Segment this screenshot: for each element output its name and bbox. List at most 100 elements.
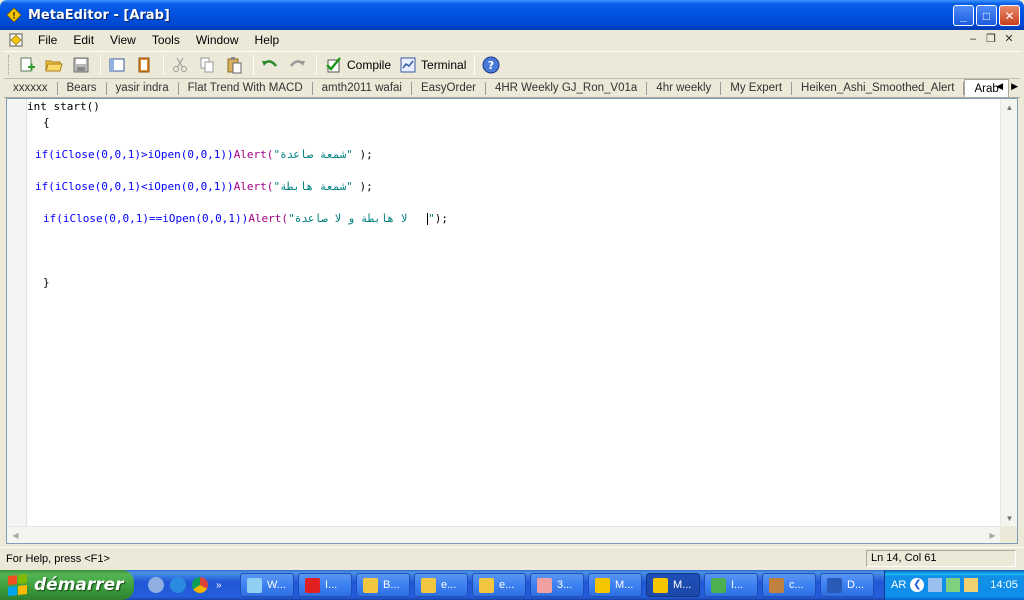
volume-icon[interactable] bbox=[946, 578, 961, 592]
undo-button[interactable] bbox=[258, 53, 282, 77]
window-title: MetaEditor - [Arab] bbox=[28, 7, 170, 23]
taskbar-button[interactable]: W... bbox=[240, 573, 294, 597]
cut-button[interactable] bbox=[168, 53, 192, 77]
title-bar[interactable]: ! MetaEditor - [Arab] _ □ ✕ bbox=[0, 0, 1024, 30]
open-button[interactable] bbox=[42, 53, 66, 77]
taskbar-button[interactable]: c... bbox=[762, 573, 816, 597]
taskbar-button-label: c... bbox=[789, 579, 804, 591]
user-icon[interactable] bbox=[964, 578, 979, 592]
cursor-position: Ln 14, Col 61 bbox=[866, 550, 1016, 567]
close-button[interactable]: ✕ bbox=[999, 5, 1020, 26]
paste-button[interactable] bbox=[222, 53, 246, 77]
document-icon[interactable] bbox=[8, 32, 24, 48]
chrome-icon[interactable] bbox=[192, 577, 208, 593]
toolbar: Compile Terminal ? bbox=[4, 51, 1020, 79]
tab-4hr-weekly[interactable]: 4hr weekly bbox=[647, 81, 722, 95]
terminal-label: Terminal bbox=[421, 58, 467, 72]
menu-view[interactable]: View bbox=[102, 30, 144, 50]
new-file-button[interactable] bbox=[15, 53, 39, 77]
scroll-right-icon[interactable]: ▶ bbox=[984, 527, 1001, 543]
open-folder-icon bbox=[45, 60, 63, 72]
terminal-button[interactable]: Terminal bbox=[395, 53, 470, 77]
taskbar-button[interactable]: I... bbox=[704, 573, 758, 597]
taskbar-button[interactable]: M... bbox=[588, 573, 642, 597]
help-button[interactable]: ? bbox=[479, 53, 503, 77]
redo-button[interactable] bbox=[285, 53, 309, 77]
taskbar-button[interactable]: I... bbox=[298, 573, 352, 597]
scrollbar-corner bbox=[1000, 526, 1017, 543]
mdi-close-icon[interactable]: ✕ bbox=[1002, 33, 1016, 47]
taskbar-button[interactable]: B... bbox=[356, 573, 410, 597]
system-tray: AR ❮ 14:05 bbox=[884, 570, 1024, 600]
taskbar-button-label: e... bbox=[499, 579, 515, 591]
menu-tools[interactable]: Tools bbox=[144, 30, 188, 50]
toolbar-grip[interactable] bbox=[8, 55, 11, 75]
toolbox-button[interactable] bbox=[132, 53, 156, 77]
code-editor[interactable]: int start() { if(iClose(0,0,1)>iOpen(0,0… bbox=[6, 98, 1018, 544]
file-tabs: xxxxxx Bears yasir indra Flat Trend With MA… bbox=[4, 79, 1020, 98]
tab-right-icon[interactable]: ▶ bbox=[1011, 81, 1018, 92]
tab-my-expert[interactable]: My Expert bbox=[721, 81, 793, 95]
metaeditor-icon bbox=[653, 577, 668, 593]
taskbar-button[interactable]: e... bbox=[472, 573, 526, 597]
status-help-text: For Help, press <F1> bbox=[6, 552, 110, 565]
horizontal-scrollbar[interactable]: ◀ ▶ bbox=[7, 526, 1001, 543]
maximize-button[interactable]: □ bbox=[976, 5, 997, 26]
taskbar-button-label: I... bbox=[325, 579, 338, 591]
scroll-up-icon[interactable]: ▲ bbox=[1001, 99, 1018, 116]
code-line: { bbox=[43, 116, 50, 129]
tab-xxxxxx[interactable]: xxxxxx bbox=[4, 81, 58, 95]
taskbar-button[interactable]: M... bbox=[646, 573, 700, 597]
taskbar-button[interactable]: 3... bbox=[530, 573, 584, 597]
code-line: if(iClose(0,0,1)==iOpen(0,0,1))Alert("لا… bbox=[43, 212, 449, 225]
menu-window[interactable]: Window bbox=[188, 30, 247, 50]
word-icon bbox=[827, 577, 842, 593]
menu-file[interactable]: File bbox=[30, 30, 65, 50]
tab-left-icon[interactable]: ◀ bbox=[996, 81, 1003, 92]
vertical-scrollbar[interactable]: ▲ ▼ bbox=[1000, 99, 1017, 527]
menu-help[interactable]: Help bbox=[247, 30, 288, 50]
code-line: } bbox=[43, 276, 50, 289]
new-file-icon bbox=[20, 57, 35, 72]
desktop-icon[interactable] bbox=[148, 577, 164, 593]
ie-icon[interactable] bbox=[170, 577, 186, 593]
taskbar-button-label: e... bbox=[441, 579, 457, 591]
compile-button[interactable]: Compile bbox=[321, 53, 395, 77]
copy-button[interactable] bbox=[195, 53, 219, 77]
code-line: int start() bbox=[27, 100, 100, 113]
minimize-button[interactable]: _ bbox=[953, 5, 974, 26]
start-button[interactable]: démarrer bbox=[0, 570, 134, 600]
taskbar-button[interactable]: D... bbox=[820, 573, 874, 597]
folder-icon bbox=[479, 577, 494, 593]
tray-expand-icon[interactable]: ❮ bbox=[910, 578, 925, 592]
copy-icon bbox=[200, 57, 214, 73]
navigator-button[interactable] bbox=[105, 53, 129, 77]
undo-icon bbox=[262, 60, 277, 67]
tab-bears[interactable]: Bears bbox=[58, 81, 107, 95]
tab-4hr-weekly-gj-ron-v01a[interactable]: 4HR Weekly GJ_Ron_V01a bbox=[486, 81, 648, 95]
tab-easyorder[interactable]: EasyOrder bbox=[412, 81, 486, 95]
tab-amth2011-wafai[interactable]: amth2011 wafai bbox=[313, 81, 412, 95]
menu-edit[interactable]: Edit bbox=[65, 30, 102, 50]
language-indicator[interactable]: AR bbox=[891, 579, 906, 591]
tab-flat-trend-with-macd[interactable]: Flat Trend With MACD bbox=[179, 81, 313, 95]
code-area[interactable]: int start() { if(iClose(0,0,1)>iOpen(0,0… bbox=[27, 99, 1001, 527]
mdi-restore-icon[interactable]: ❐ bbox=[984, 33, 998, 47]
scroll-left-icon[interactable]: ◀ bbox=[7, 527, 24, 543]
clock[interactable]: 14:05 bbox=[990, 579, 1018, 591]
scroll-down-icon[interactable]: ▼ bbox=[1001, 510, 1018, 527]
tab-yasir-indra[interactable]: yasir indra bbox=[107, 81, 179, 95]
network-icon[interactable] bbox=[928, 578, 943, 592]
chevron-icon[interactable]: » bbox=[216, 580, 222, 591]
taskbar-button-label: M... bbox=[673, 579, 692, 591]
tab-heiken-ashi-smoothed-alert[interactable]: Heiken_Ashi_Smoothed_Alert bbox=[792, 81, 965, 95]
save-button[interactable] bbox=[69, 53, 93, 77]
taskbar-button[interactable]: e... bbox=[414, 573, 468, 597]
toolbar-separator bbox=[163, 55, 164, 75]
compile-label: Compile bbox=[347, 58, 392, 72]
tab-scroll-arrows: ◀ ▶ bbox=[996, 81, 1018, 92]
taskbar-button-label: B... bbox=[383, 579, 400, 591]
toolbar-separator bbox=[253, 55, 254, 75]
mdi-minimize-icon[interactable]: – bbox=[966, 33, 980, 47]
weather-icon bbox=[247, 577, 262, 593]
